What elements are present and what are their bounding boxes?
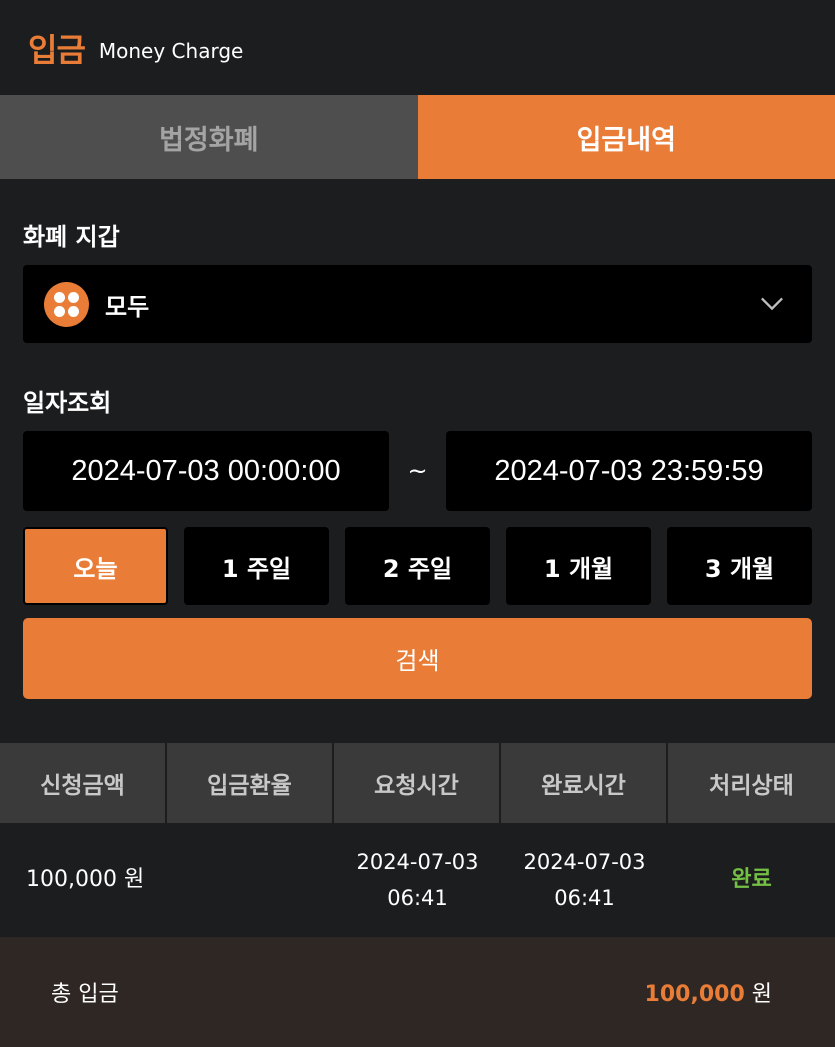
period-1month-button[interactable]: 1 개월	[506, 527, 651, 605]
total-unit: 원	[751, 982, 772, 1007]
cell-complete-time: 2024-07-03 06:41	[501, 823, 668, 936]
date-query-label: 일자조회	[23, 389, 112, 417]
wallet-selected-value: 모두	[105, 292, 150, 321]
complete-date: 2024-07-03	[523, 849, 646, 874]
deposit-history-table: 신청금액 입금환율 요청시간 완료시간 처리상태 100,000 원 2024-…	[0, 742, 835, 936]
wallet-label: 화폐 지갑	[23, 223, 120, 251]
end-date-input[interactable]: 2024-07-03 23:59:59	[446, 431, 812, 511]
wallet-dropdown[interactable]: 모두	[23, 265, 812, 343]
complete-time: 06:41	[554, 885, 615, 910]
tab-deposit-history[interactable]: 입금내역	[417, 95, 835, 179]
cell-rate	[167, 823, 334, 936]
date-range: 2024-07-03 00:00:00 ~ 2024-07-03 23:59:5…	[23, 431, 812, 511]
chevron-down-icon	[760, 292, 784, 316]
column-header-rate: 입금환율	[167, 743, 334, 823]
table-row: 100,000 원 2024-07-03 06:41 2024-07-03 06…	[0, 823, 835, 936]
column-header-status: 처리상태	[709, 773, 794, 799]
cell-amount: 100,000 원	[26, 866, 145, 892]
period-2weeks-button[interactable]: 2 주일	[345, 527, 490, 605]
total-label: 총 입금	[51, 982, 119, 1007]
cell-request-time: 2024-07-03 06:41	[334, 823, 501, 936]
search-button[interactable]: 검색	[23, 618, 812, 699]
grid-dots-icon	[44, 281, 89, 327]
table-header: 신청금액 입금환율 요청시간 완료시간 처리상태	[0, 742, 835, 823]
status-badge: 완료	[731, 866, 772, 892]
period-today-button[interactable]: 오늘	[23, 527, 168, 605]
period-1week-button[interactable]: 1 주일	[184, 527, 329, 605]
tab-fiat-currency[interactable]: 법정화폐	[0, 95, 418, 179]
period-3months-button[interactable]: 3 개월	[667, 527, 812, 605]
period-buttons: 오늘 1 주일 2 주일 1 개월 3 개월	[23, 527, 812, 605]
column-header-complete-time: 완료시간	[501, 743, 668, 823]
column-header-request-time: 요청시간	[334, 743, 501, 823]
page-title: 입금	[28, 30, 86, 69]
start-date-input[interactable]: 2024-07-03 00:00:00	[23, 431, 389, 511]
total-value: 100,000	[644, 982, 745, 1007]
request-time: 06:41	[387, 885, 448, 910]
total-amount: 100,000 원	[645, 976, 772, 1008]
total-summary: 총 입금 100,000 원	[0, 937, 835, 1047]
date-separator: ~	[407, 457, 428, 485]
request-date: 2024-07-03	[356, 849, 479, 874]
column-header-amount: 신청금액	[0, 743, 167, 823]
tab-bar: 법정화폐 입금내역	[0, 95, 835, 179]
page-header: 입금 Money Charge	[0, 0, 835, 95]
page-subtitle: Money Charge	[98, 38, 244, 63]
